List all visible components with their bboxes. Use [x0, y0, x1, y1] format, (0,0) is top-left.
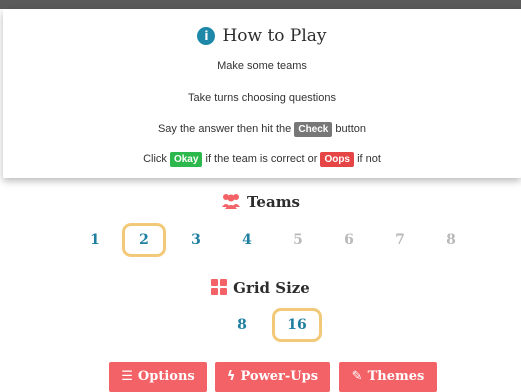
- instruction-line-1: Make some teams: [217, 60, 307, 72]
- team-option-4[interactable]: 4: [225, 223, 269, 257]
- team-option-8[interactable]: 8: [429, 223, 473, 257]
- oops-tag: Oops: [320, 152, 354, 167]
- grid-icon: [211, 279, 228, 299]
- how-to-play-card: i How to Play Make some teams Take turns …: [3, 9, 521, 178]
- top-strip: [0, 0, 521, 9]
- options-button[interactable]: ☰ Options: [109, 362, 207, 392]
- team-option-6[interactable]: 6: [327, 223, 371, 257]
- instruction-line-4: Click Okay if the team is correct or Oop…: [143, 152, 381, 167]
- okay-tag: Okay: [169, 152, 203, 167]
- team-option-2[interactable]: 2: [122, 223, 166, 257]
- power-ups-button[interactable]: ϟ Power-Ups: [215, 362, 330, 392]
- team-option-3[interactable]: 3: [174, 223, 218, 257]
- info-icon: i: [197, 27, 216, 45]
- grid-option-16[interactable]: 16: [272, 308, 322, 342]
- users-icon: [221, 193, 241, 213]
- sliders-icon: ☰: [121, 369, 133, 384]
- instruction-line-3: Say the answer then hit the Check button: [157, 122, 367, 137]
- instruction-line-2: Take turns choosing questions: [188, 92, 336, 104]
- bolt-icon: ϟ: [226, 369, 236, 384]
- check-tag: Check: [294, 122, 333, 137]
- team-option-7[interactable]: 7: [378, 223, 422, 257]
- brush-icon: ✎: [351, 369, 363, 384]
- grid-size-options: 8 16: [0, 308, 521, 344]
- grid-size-heading: Grid Size: [0, 279, 521, 299]
- how-to-play-title: i How to Play: [3, 26, 521, 46]
- themes-button[interactable]: ✎ Themes: [339, 362, 437, 392]
- grid-option-8[interactable]: 8: [220, 308, 264, 342]
- teams-options: 1 2 3 4 5 6 7 8: [0, 223, 521, 259]
- team-option-5[interactable]: 5: [276, 223, 320, 257]
- team-option-1[interactable]: 1: [73, 223, 117, 257]
- teams-heading: Teams: [0, 193, 521, 213]
